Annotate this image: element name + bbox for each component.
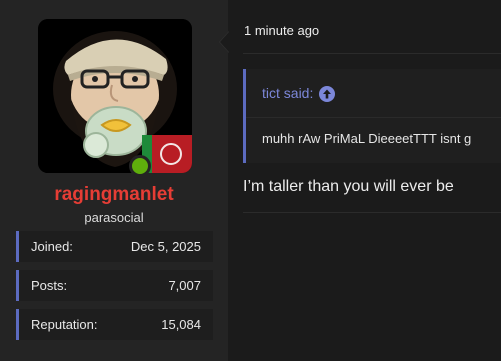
message-user-panel: ragingmanlet parasocial Joined: Dec 5, 2…: [0, 0, 228, 361]
user-title: parasocial: [84, 210, 144, 225]
stat-value: Dec 5, 2025: [130, 239, 201, 254]
stat-label: Reputation:: [31, 317, 98, 332]
user-avatar[interactable]: [38, 19, 192, 173]
online-status-indicator: [129, 155, 151, 177]
divider: [243, 212, 501, 213]
post-message: I’m taller than you will ever be: [243, 178, 454, 195]
stat-label: Joined:: [31, 239, 73, 254]
quote-block: tict said: muhh rAw PriMaL DieeeetTTT is…: [243, 69, 501, 163]
username-link[interactable]: ragingmanlet: [0, 183, 228, 207]
quote-text: muhh rAw PriMaL DieeeetTTT isnt g: [262, 131, 472, 146]
stat-reputation: Reputation: 15,084: [16, 309, 213, 340]
stat-value: 15,084: [161, 317, 201, 332]
quote-divider: [246, 117, 501, 118]
quote-author[interactable]: tict said:: [262, 85, 313, 102]
arrow-up-circle-icon[interactable]: [319, 85, 336, 102]
quote-header[interactable]: tict said:: [262, 85, 336, 102]
stat-label: Posts:: [31, 278, 68, 293]
stat-joined: Joined: Dec 5, 2025: [16, 231, 213, 262]
stat-posts: Posts: 7,007: [16, 270, 213, 301]
post-timestamp[interactable]: 1 minute ago: [244, 23, 319, 39]
avatar-image: [38, 19, 192, 173]
stat-value[interactable]: 7,007: [168, 278, 201, 293]
divider: [243, 53, 501, 54]
message-pointer-arrow-inner: [220, 32, 229, 52]
